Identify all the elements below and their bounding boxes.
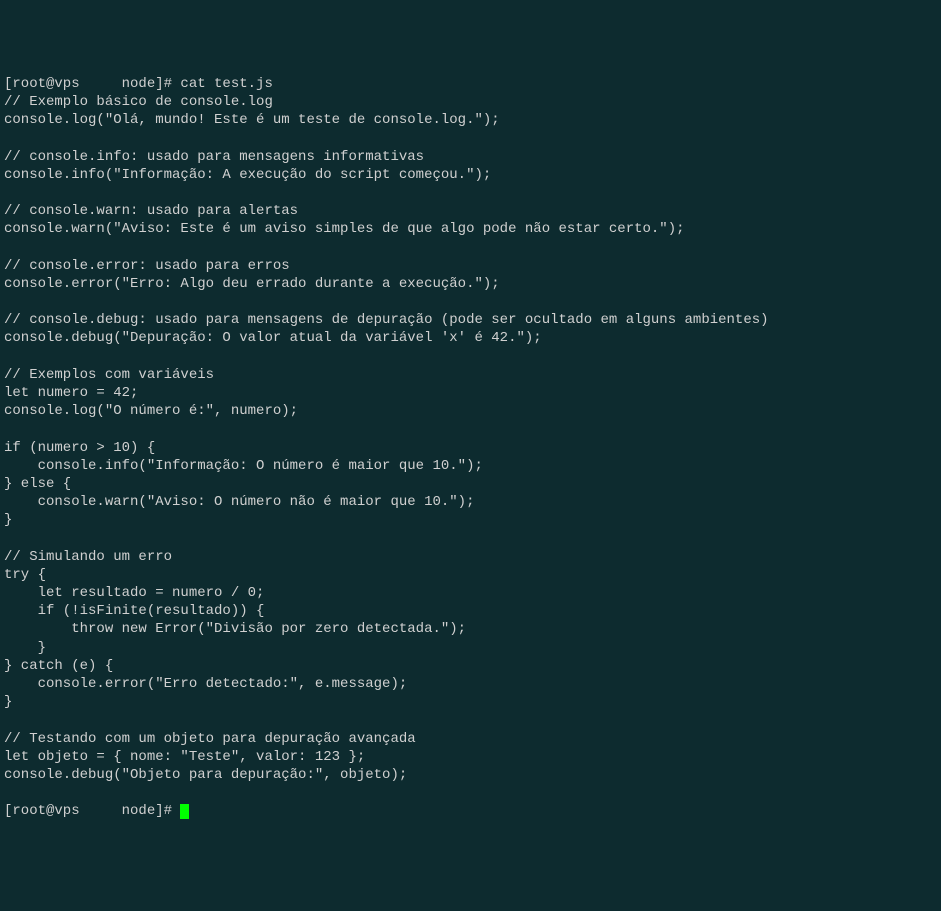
- code-line: console.log("O número é:", numero);: [4, 403, 298, 419]
- code-line: console.warn("Aviso: O número não é maio…: [4, 494, 474, 510]
- code-line: console.debug("Objeto para depuração:", …: [4, 767, 407, 783]
- code-line: // console.info: usado para mensagens in…: [4, 149, 424, 165]
- code-line: // Testando com um objeto para depuração…: [4, 731, 416, 747]
- code-line: } catch (e) {: [4, 658, 113, 674]
- terminal-output[interactable]: [root@vps node]# cat test.js // Exemplo …: [4, 75, 937, 821]
- code-line: let resultado = numero / 0;: [4, 585, 264, 601]
- code-line: let objeto = { nome: "Teste", valor: 123…: [4, 749, 365, 765]
- code-line: console.error("Erro detectado:", e.messa…: [4, 676, 407, 692]
- code-line: // console.debug: usado para mensagens d…: [4, 312, 769, 328]
- code-line: } else {: [4, 476, 71, 492]
- shell-prompt-line: [root@vps node]#: [4, 803, 180, 819]
- code-line: let numero = 42;: [4, 385, 138, 401]
- shell-prompt-line: [root@vps node]# cat test.js: [4, 76, 273, 92]
- code-line: // Exemplos com variáveis: [4, 367, 214, 383]
- code-line: if (!isFinite(resultado)) {: [4, 603, 264, 619]
- code-line: }: [4, 512, 12, 528]
- code-line: try {: [4, 567, 46, 583]
- code-line: // Exemplo básico de console.log: [4, 94, 273, 110]
- code-line: console.log("Olá, mundo! Este é um teste…: [4, 112, 500, 128]
- code-line: console.error("Erro: Algo deu errado dur…: [4, 276, 500, 292]
- code-line: // console.warn: usado para alertas: [4, 203, 298, 219]
- code-line: }: [4, 640, 46, 656]
- code-line: if (numero > 10) {: [4, 440, 155, 456]
- code-line: console.info("Informação: O número é mai…: [4, 458, 483, 474]
- code-line: }: [4, 694, 12, 710]
- terminal-cursor[interactable]: [180, 804, 189, 819]
- code-line: console.info("Informação: A execução do …: [4, 167, 491, 183]
- code-line: console.warn("Aviso: Este é um aviso sim…: [4, 221, 685, 237]
- code-line: console.debug("Depuração: O valor atual …: [4, 330, 542, 346]
- code-line: // console.error: usado para erros: [4, 258, 290, 274]
- code-line: throw new Error("Divisão por zero detect…: [4, 621, 466, 637]
- code-line: // Simulando um erro: [4, 549, 172, 565]
